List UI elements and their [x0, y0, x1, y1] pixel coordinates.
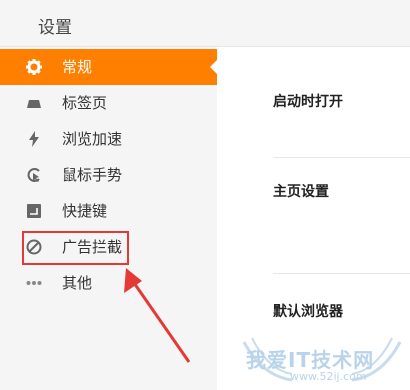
watermark-url: www.52ij.com [290, 370, 367, 383]
watermark-text: 我爱IT技术网 [246, 348, 375, 372]
section-title-default-browser: 默认浏览器 [273, 304, 343, 320]
divider [273, 273, 410, 274]
divider [273, 157, 410, 158]
section-title-startup: 启动时打开 [273, 94, 343, 110]
section-title-homepage: 主页设置 [273, 184, 329, 200]
